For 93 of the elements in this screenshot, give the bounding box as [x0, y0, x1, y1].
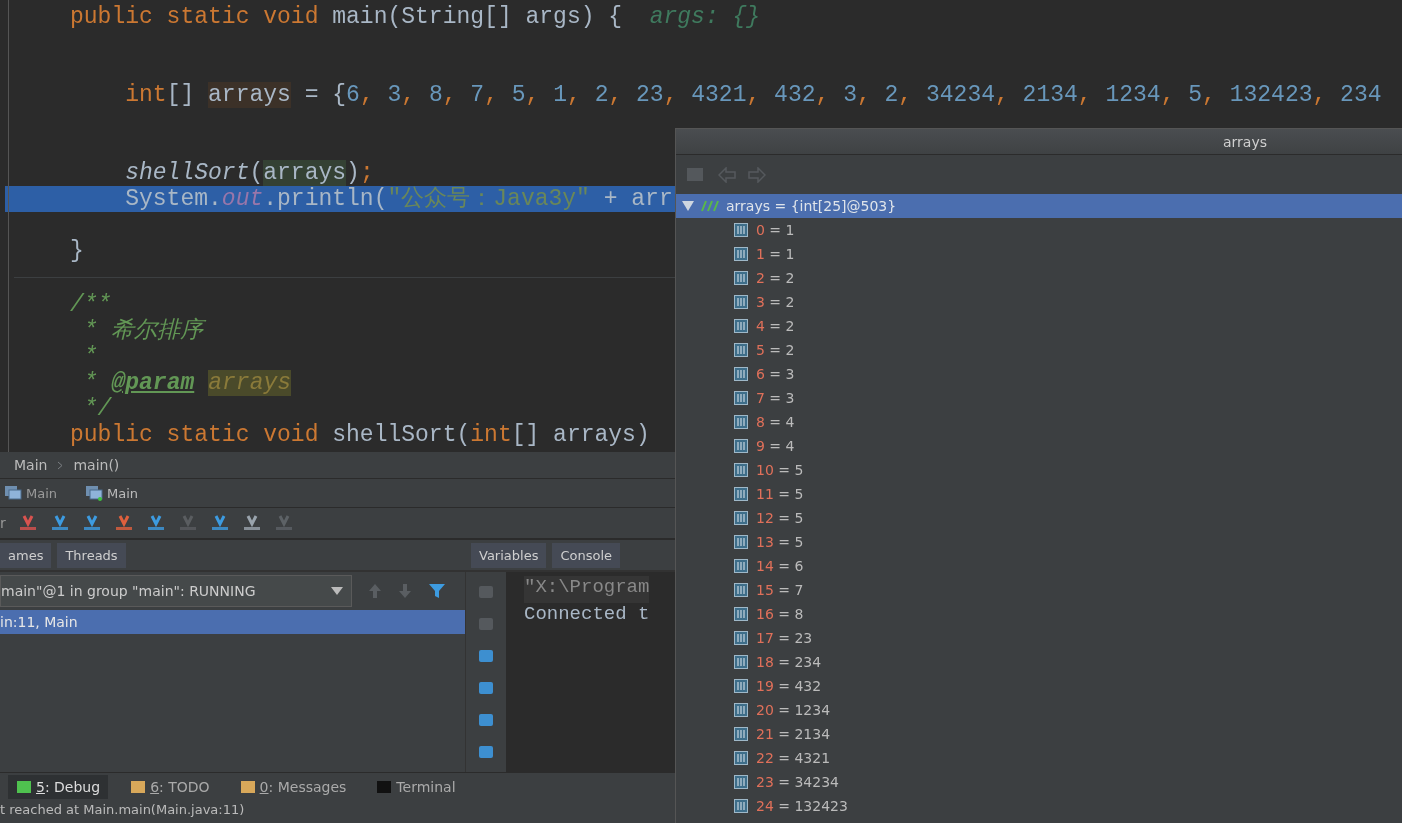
field-icon — [734, 391, 748, 405]
field-icon — [734, 439, 748, 453]
tool-window-tab[interactable]: 5: Debug — [8, 775, 109, 799]
step-into-icon[interactable] — [81, 514, 102, 532]
filter-icon[interactable] — [428, 583, 446, 599]
panel-tab[interactable]: Variables — [471, 542, 547, 568]
array-element[interactable]: 3 = 2 — [756, 294, 795, 310]
code-line: System.out.println("公众号：Java3y" + arr — [124, 186, 673, 212]
field-icon — [734, 631, 748, 645]
breadcrumb-item[interactable]: main() — [73, 457, 120, 473]
array-element[interactable]: 2 = 2 — [756, 270, 795, 286]
tool-icon — [130, 779, 147, 795]
array-element[interactable]: 4 = 2 — [756, 318, 795, 334]
field-icon — [734, 559, 748, 573]
array-element[interactable]: 19 = 432 — [756, 678, 822, 694]
run-tab[interactable]: Main — [0, 483, 62, 503]
field-icon — [734, 775, 748, 789]
array-element[interactable]: 21 = 2134 — [756, 726, 831, 742]
force-step-icon[interactable] — [113, 514, 134, 532]
popup-title: arrays — [1223, 133, 1267, 150]
array-element[interactable]: 17 = 23 — [756, 630, 813, 646]
array-element[interactable]: 0 = 1 — [756, 222, 795, 238]
array-element[interactable]: 5 = 2 — [756, 342, 795, 358]
field-icon — [734, 511, 748, 525]
toolbar-label[interactable]: r — [0, 515, 6, 531]
field-icon — [734, 583, 748, 597]
field-icon — [734, 487, 748, 501]
field-icon — [734, 295, 748, 309]
panel-tab[interactable]: Threads — [57, 542, 126, 568]
array-element[interactable]: 20 = 1234 — [756, 702, 831, 718]
field-icon — [734, 727, 748, 741]
caret-icon — [331, 587, 343, 595]
array-element[interactable]: 12 = 5 — [756, 510, 804, 526]
code-line: public static void main(String[] args) { args: {} — [70, 4, 761, 30]
code-line: * 希尔排序 — [82, 318, 204, 344]
thread-dropdown[interactable]: main"@1 in group "main": RUNNING — [0, 575, 352, 607]
array-element[interactable]: 11 = 5 — [756, 486, 804, 502]
tool-window-tab[interactable]: Terminal — [368, 775, 464, 799]
array-element[interactable]: 18 = 234 — [756, 654, 822, 670]
array-element[interactable]: 7 = 3 — [756, 390, 795, 406]
array-element[interactable]: 14 = 6 — [756, 558, 804, 574]
code-line: * @param arrays — [82, 370, 292, 396]
field-icon — [734, 271, 748, 285]
array-element[interactable]: 8 = 4 — [756, 414, 795, 430]
array-element[interactable]: 6 = 3 — [756, 366, 795, 382]
array-element[interactable]: 13 = 5 — [756, 534, 804, 550]
field-icon — [734, 535, 748, 549]
code-line: */ — [82, 396, 112, 422]
code-line: } — [70, 238, 84, 264]
code-line: * — [82, 344, 98, 370]
panel-tab[interactable]: ames — [0, 542, 52, 568]
field-icon — [734, 223, 748, 237]
panel-tab[interactable]: Console — [552, 542, 621, 568]
array-element[interactable]: 10 = 5 — [756, 462, 804, 478]
tool-icon — [376, 779, 393, 795]
breadcrumb-item[interactable]: Main — [14, 457, 48, 473]
array-element[interactable]: 1 = 1 — [756, 246, 795, 262]
run-tab[interactable]: Main — [81, 483, 143, 503]
tool-window-tab[interactable]: 6: TODO — [122, 775, 218, 799]
field-icon — [734, 247, 748, 261]
window-icon — [4, 485, 22, 501]
array-element[interactable]: 23 = 34234 — [756, 774, 839, 790]
code-line: /** — [70, 292, 112, 318]
expand-triangle-icon[interactable] — [682, 201, 694, 211]
field-icon — [734, 415, 748, 429]
step-over-icon[interactable] — [49, 514, 70, 532]
code-line: public static void shellSort(int[] arrays) — [70, 422, 650, 448]
stack-frame[interactable]: in:11, Main — [0, 610, 465, 634]
array-element[interactable]: 15 = 7 — [756, 582, 804, 598]
window-icon — [85, 485, 104, 501]
field-icon — [734, 343, 748, 357]
array-element[interactable]: 16 = 8 — [756, 606, 804, 622]
tree-root-row[interactable]: arrays = {int[25]@503} — [676, 194, 1402, 218]
tool-icon — [239, 779, 256, 795]
field-icon — [734, 679, 748, 693]
chevron-icon — [57, 460, 64, 470]
array-element[interactable]: 24 = 132423 — [756, 798, 848, 814]
field-icon — [734, 607, 748, 621]
field-icon — [734, 319, 748, 333]
field-icon — [734, 751, 748, 765]
field-icon — [734, 463, 748, 477]
step-out-icon[interactable] — [145, 514, 166, 532]
array-element[interactable]: 9 = 4 — [756, 438, 795, 454]
field-icon — [734, 655, 748, 669]
code-line: int[] arrays = {6, 3, 8, 7, 5, 1, 2, 23, 4321, 432, 3, 2, 34234, 2134, 1234, 5, 132423, 234 — [124, 82, 1382, 108]
tool-window-tab[interactable]: 0: Messages — [231, 775, 355, 799]
code-line: shellSort(arrays); — [124, 160, 374, 186]
field-icon — [734, 367, 748, 381]
field-icon — [734, 703, 748, 717]
tool-icon — [16, 779, 32, 795]
array-element[interactable]: 22 = 4321 — [756, 750, 831, 766]
console-line: Connected t — [524, 603, 650, 627]
field-icon — [734, 799, 748, 813]
